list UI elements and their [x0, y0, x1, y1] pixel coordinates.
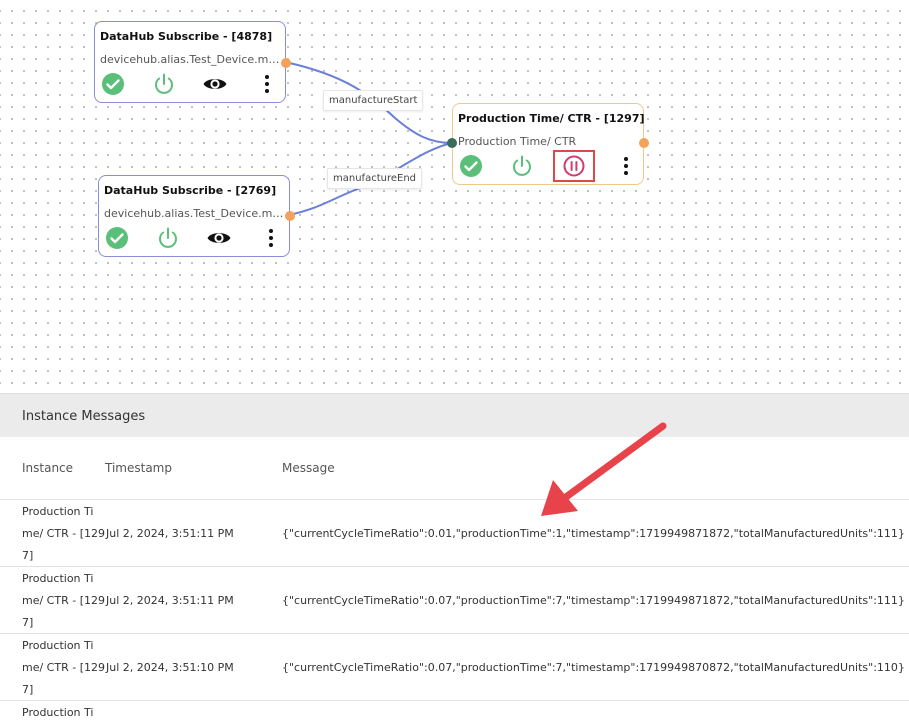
column-header-timestamp: Timestamp — [105, 461, 172, 475]
more-vertical-icon[interactable] — [258, 225, 284, 251]
timestamp-cell: Jul 2, 2024, 3:51:10 PM — [106, 661, 234, 674]
node-subtitle: devicehub.alias.Test_Device.man... — [104, 207, 286, 220]
output-port[interactable] — [281, 58, 291, 68]
power-icon[interactable] — [155, 225, 181, 251]
check-icon[interactable] — [100, 71, 126, 97]
column-header-instance: Instance — [22, 461, 74, 475]
check-icon[interactable] — [458, 153, 484, 179]
message-cell: {"currentCycleTimeRatio":0.07,"productio… — [282, 661, 905, 674]
message-cell: {"currentCycleTimeRatio":0.07,"productio… — [282, 594, 905, 607]
edge-label-manufacture-start[interactable]: manufactureStart — [323, 90, 424, 111]
eye-icon[interactable] — [202, 71, 228, 97]
pause-icon[interactable] — [561, 153, 587, 179]
instance-cell-line: me/ CTR - [129 — [22, 594, 105, 607]
panel-title: Instance Messages — [22, 409, 146, 424]
instance-cell-line: 7] — [22, 616, 34, 629]
instance-cell-line: me/ CTR - [129 — [22, 661, 105, 674]
more-vertical-icon[interactable] — [613, 153, 639, 179]
output-port[interactable] — [639, 138, 649, 148]
message-cell: {"currentCycleTimeRatio":0.01,"productio… — [282, 527, 905, 540]
table-row: Production Ti me/ CTR - [129 7] Jul 2, 2… — [0, 499, 909, 566]
power-icon[interactable] — [509, 153, 535, 179]
node-subtitle: Production Time/ CTR — [458, 135, 577, 148]
output-port[interactable] — [285, 211, 295, 221]
column-header-message: Message — [282, 461, 335, 475]
instance-cell-line: Production Ti — [22, 505, 94, 518]
node-production-time-ctr-1297[interactable]: Production Time/ CTR - [1297] Production… — [447, 103, 649, 185]
timestamp-cell: Jul 2, 2024, 3:51:11 PM — [106, 594, 234, 607]
more-vertical-icon[interactable] — [254, 71, 280, 97]
check-icon[interactable] — [104, 225, 130, 251]
node-datahub-subscribe-4878[interactable]: DataHub Subscribe - [4878] devicehub.ali… — [94, 21, 291, 103]
node-title: Production Time/ CTR - [1297] — [458, 112, 645, 125]
instance-cell-line: Production Ti — [22, 572, 94, 585]
timestamp-cell: Jul 2, 2024, 3:51:11 PM — [106, 527, 234, 540]
table-row: Production Ti me/ CTR - [129 7] Jul 2, 2… — [0, 633, 909, 700]
edge-label-manufacture-end[interactable]: manufactureEnd — [327, 168, 422, 189]
flow-canvas[interactable]: DataHub Subscribe - [4878] devicehub.ali… — [0, 0, 909, 393]
input-port[interactable] — [447, 138, 457, 148]
eye-icon[interactable] — [206, 225, 232, 251]
node-datahub-subscribe-2769[interactable]: DataHub Subscribe - [2769] devicehub.ali… — [98, 175, 295, 257]
instance-messages-header: Instance Messages — [0, 393, 909, 437]
instance-cell-line: 7] — [22, 549, 34, 562]
node-title: DataHub Subscribe - [2769] — [104, 184, 277, 197]
table-row: Production Ti — [0, 700, 909, 723]
instance-cell-line: Production Ti — [22, 706, 94, 719]
instance-cell-line: me/ CTR - [129 — [22, 527, 105, 540]
node-title: DataHub Subscribe - [4878] — [100, 30, 273, 43]
table-row: Production Ti me/ CTR - [129 7] Jul 2, 2… — [0, 566, 909, 633]
instance-cell-line: 7] — [22, 683, 34, 696]
node-subtitle: devicehub.alias.Test_Device.man... — [100, 53, 282, 66]
instance-cell-line: Production Ti — [22, 639, 94, 652]
power-icon[interactable] — [151, 71, 177, 97]
